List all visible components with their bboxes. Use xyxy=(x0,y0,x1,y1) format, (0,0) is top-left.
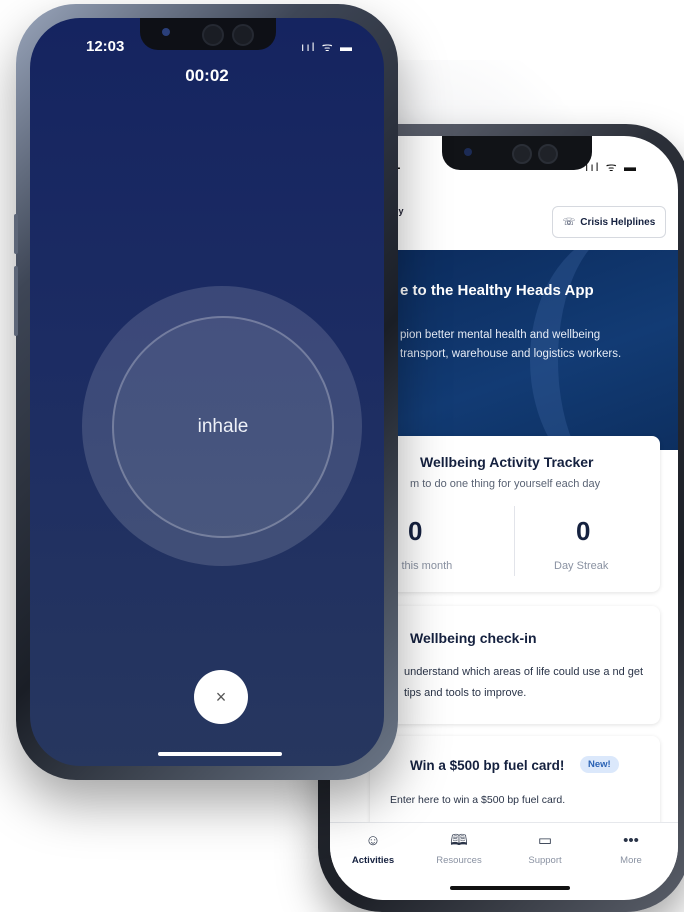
sensor-icon xyxy=(202,24,224,46)
sensor-icon xyxy=(512,144,532,164)
home-indicator[interactable] xyxy=(158,752,282,756)
hero-title: e to the Healthy Heads App xyxy=(400,282,594,299)
fuel-card-promo[interactable]: Win a $500 bp fuel card! New! Enter here… xyxy=(370,736,660,836)
tracker-subtitle: m to do one thing for yourself each day xyxy=(410,478,601,490)
notch xyxy=(140,18,276,50)
tab-label: More xyxy=(620,855,642,866)
tab-label: Support xyxy=(528,855,562,866)
volume-down-button xyxy=(14,266,18,336)
hero-subtitle: pion better mental health and wellbeing … xyxy=(400,329,622,360)
new-badge: New! xyxy=(580,756,619,773)
tab-resources[interactable]: 🕮 Resources xyxy=(424,831,494,866)
sensor-icon xyxy=(538,144,558,164)
close-button[interactable]: × xyxy=(194,670,248,724)
status-icons: ııl ᯤ ▬ xyxy=(585,160,638,174)
tab-label: Activities xyxy=(351,855,395,866)
notch xyxy=(442,136,592,170)
monthly-total-value: 0 xyxy=(408,516,423,546)
volume-up-button xyxy=(14,214,18,254)
home-indicator[interactable] xyxy=(450,886,570,890)
crisis-helplines-label: Crisis Helplines xyxy=(580,216,656,228)
more-icon: ••• xyxy=(623,832,639,849)
breathing-circle-outer: inhale xyxy=(82,286,362,566)
day-streak-value: 0 xyxy=(576,516,591,546)
tab-support[interactable]: ▭ Support xyxy=(510,831,580,866)
wellbeing-checkin-card[interactable]: Wellbeing check-in understand which area… xyxy=(390,606,660,724)
sensor-icon xyxy=(232,24,254,46)
fuel-promo-title: Win a $500 bp fuel card! xyxy=(410,758,565,773)
crisis-helplines-button[interactable]: ☏ Crisis Helplines xyxy=(552,206,666,238)
breathing-timer: 00:02 xyxy=(185,66,229,85)
phone-icon: ☏ xyxy=(562,216,576,228)
close-icon: × xyxy=(215,686,227,707)
front-phone-frame: 12:03 ııl ᯤ ▬ 00:02 inhale × xyxy=(14,4,398,780)
breath-instruction: inhale xyxy=(197,416,249,437)
tab-activities[interactable]: ☺ Activities xyxy=(338,831,408,866)
fuel-promo-text: Enter here to win a $500 bp fuel card. xyxy=(390,794,566,806)
status-icons: ııl ᯤ ▬ xyxy=(301,40,354,54)
monthly-total-label: l this month xyxy=(396,560,453,572)
activity-tracker-card[interactable]: Wellbeing Activity Tracker m to do one t… xyxy=(390,436,660,592)
camera-icon xyxy=(162,28,170,36)
smiley-icon: ☺ xyxy=(365,832,381,849)
divider xyxy=(514,506,515,576)
day-streak-label: Day Streak xyxy=(554,560,609,572)
tab-label: Resources xyxy=(436,855,482,866)
book-icon: 🕮 xyxy=(450,832,468,849)
chat-icon: ▭ xyxy=(537,832,553,849)
front-phone-screen: 12:03 ııl ᯤ ▬ 00:02 inhale × xyxy=(30,18,384,766)
bottom-tab-bar: ☺ Activities 🕮 Resources ▭ Support ••• M… xyxy=(330,822,678,877)
breathing-circle-inner: inhale xyxy=(112,316,334,538)
camera-icon xyxy=(464,148,472,156)
checkin-description: understand which areas of life could use… xyxy=(404,666,644,699)
tab-more[interactable]: ••• More xyxy=(596,831,666,866)
status-time: 12:03 xyxy=(86,38,125,55)
tracker-title: Wellbeing Activity Tracker xyxy=(420,454,594,470)
checkin-title: Wellbeing check-in xyxy=(410,630,537,646)
